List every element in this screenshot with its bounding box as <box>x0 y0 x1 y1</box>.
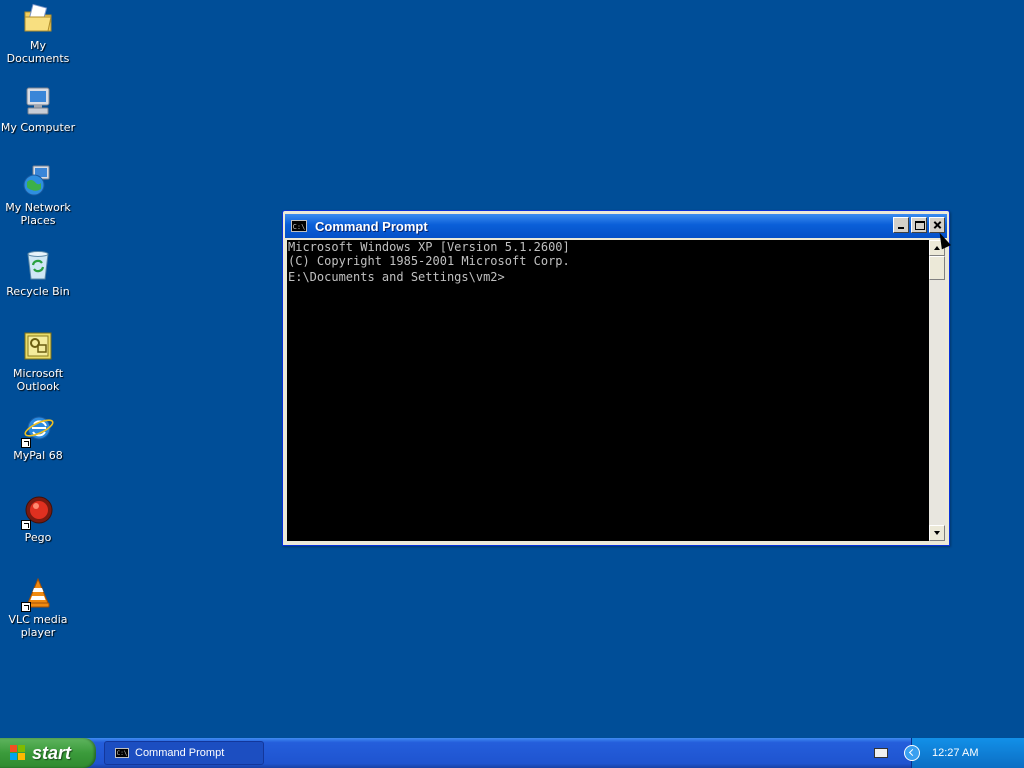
desktop-icon-label: My Computer <box>0 121 76 134</box>
desktop-icon-label: My Network Places <box>5 201 71 227</box>
console-prompt-line: E:\Documents and Settings\vm2> <box>288 270 505 284</box>
window-title: Command Prompt <box>315 218 428 234</box>
scroll-down-button[interactable] <box>929 525 945 541</box>
taskbar-button-label: Command Prompt <box>135 747 225 759</box>
desktop-icon-pego[interactable]: Pego <box>0 494 76 544</box>
start-label: start <box>32 742 72 763</box>
desktop-icon-mypal-68[interactable]: MyPal 68 <box>0 412 76 462</box>
shortcut-arrow-icon <box>21 520 31 530</box>
desktop-icon-my-network-places[interactable]: My Network Places <box>0 164 76 227</box>
windows-logo-icon <box>10 745 26 761</box>
desktop-icon-label: Recycle Bin <box>6 285 70 298</box>
shortcut-arrow-icon <box>21 602 31 612</box>
taskbar: start C:\ Command Prompt 12:27 AM <box>0 738 1024 768</box>
clock[interactable]: 12:27 AM <box>932 747 978 759</box>
command-prompt-icon: C:\ <box>291 220 307 232</box>
vertical-scrollbar[interactable] <box>929 240 945 541</box>
network-globe-icon <box>21 164 55 198</box>
system-tray: 12:27 AM <box>874 738 1024 768</box>
desktop-icon-my-computer[interactable]: My Computer <box>0 84 76 134</box>
desktop-icon-recycle-bin[interactable]: Recycle Bin <box>0 248 76 298</box>
browser-icon <box>21 412 55 448</box>
maximize-button[interactable] <box>911 217 927 233</box>
vlc-cone-icon <box>21 576 55 612</box>
desktop-icon-microsoft-outlook[interactable]: Microsoft Outlook <box>0 330 76 393</box>
command-prompt-icon: C:\ <box>115 748 129 758</box>
show-hidden-icons-chevron-icon[interactable] <box>904 745 920 761</box>
shortcut-arrow-icon <box>21 438 31 448</box>
window-controls <box>893 217 945 233</box>
desktop-icon-label: My Documents <box>6 39 70 65</box>
minimize-button[interactable] <box>893 217 909 233</box>
command-prompt-window[interactable]: C:\ Command Prompt Microsoft Windows XP … <box>282 210 950 546</box>
desktop-icon-label: MyPal 68 <box>13 449 63 462</box>
desktop-icon-vlc-media-player[interactable]: VLC media player <box>0 576 76 639</box>
pego-icon <box>21 494 55 530</box>
desktop-icon-my-documents[interactable]: My Documents <box>0 2 76 65</box>
desktop-icon-label: Microsoft Outlook <box>12 367 64 393</box>
window-titlebar[interactable]: C:\ Command Prompt <box>285 214 947 238</box>
outlook-icon <box>21 330 55 364</box>
console-output[interactable]: Microsoft Windows XP [Version 5.1.2600] … <box>287 240 929 541</box>
taskbar-button-command-prompt[interactable]: C:\ Command Prompt <box>104 741 264 765</box>
computer-icon <box>21 84 55 118</box>
start-button[interactable]: start <box>0 738 96 768</box>
recycle-bin-icon <box>21 248 55 282</box>
scroll-thumb[interactable] <box>929 256 945 280</box>
desktop-icon-label: VLC media player <box>8 613 68 639</box>
console-line: Microsoft Windows XP [Version 5.1.2600] <box>288 240 570 254</box>
desktop-icon-label: Pego <box>24 531 52 544</box>
console-line: (C) Copyright 1985-2001 Microsoft Corp. <box>288 254 570 268</box>
keyboard-language-icon[interactable] <box>874 748 888 758</box>
folder-documents-icon <box>21 2 55 36</box>
